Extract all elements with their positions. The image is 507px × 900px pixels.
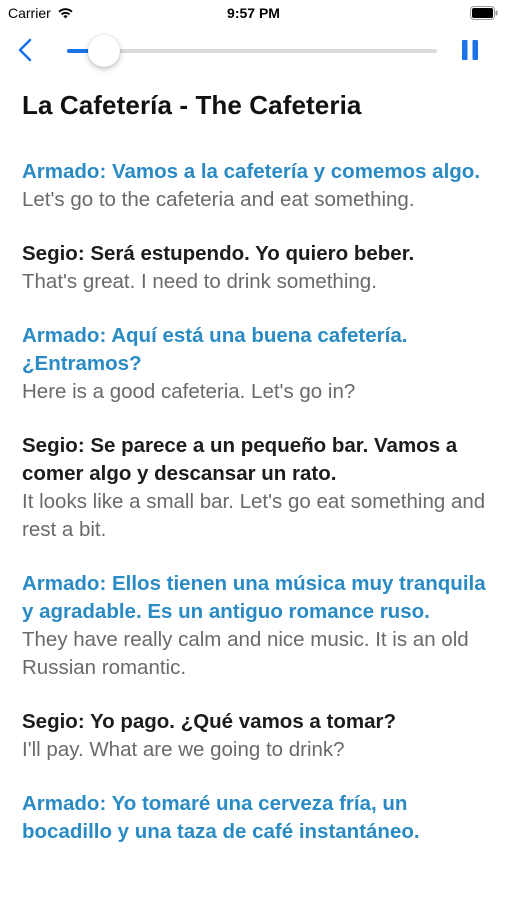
battery-icon xyxy=(470,6,498,20)
spanish-line: Armado: Ellos tienen una música muy tran… xyxy=(22,572,486,623)
english-translation: I'll pay. What are we going to drink? xyxy=(22,738,345,761)
spanish-line: Armado: Yo tomaré una cerveza fría, un b… xyxy=(22,792,420,843)
chevron-left-icon xyxy=(18,38,32,67)
dialogue-line: Armado: Vamos a la cafetería y comemos a… xyxy=(22,158,492,214)
status-bar: Carrier 9:57 PM xyxy=(0,0,507,28)
player-bar xyxy=(0,30,507,74)
spanish-line: Segio: Se parece a un pequeño bar. Vamos… xyxy=(22,434,458,485)
spanish-line: Segio: Será estupendo. Yo quiero beber. xyxy=(22,242,415,265)
spanish-line: Segio: Yo pago. ¿Qué vamos a tomar? xyxy=(22,710,397,733)
dialogue-line: Armado: Yo tomaré una cerveza fría, un b… xyxy=(22,790,492,846)
status-time: 9:57 PM xyxy=(227,5,280,21)
dialogue-line: Armado: Ellos tienen una música muy tran… xyxy=(22,570,492,682)
playback-slider[interactable] xyxy=(67,35,437,67)
english-translation: They have really calm and nice music. It… xyxy=(22,628,469,679)
dialogue-line: Segio: Se parece a un pequeño bar. Vamos… xyxy=(22,432,492,544)
page-title: La Cafetería - The Cafeteria xyxy=(22,90,362,120)
back-button[interactable] xyxy=(10,34,40,70)
dialogue-list: Armado: Vamos a la cafetería y comemos a… xyxy=(22,158,492,872)
english-translation: Here is a good cafeteria. Let's go in? xyxy=(22,380,356,403)
playback-slider-thumb[interactable] xyxy=(88,35,120,67)
english-translation: It looks like a small bar. Let's go eat … xyxy=(22,490,486,541)
english-translation: That's great. I need to drink something. xyxy=(22,270,377,293)
english-translation: Let's go to the cafeteria and eat someth… xyxy=(22,188,415,211)
dialogue-line: Armado: Aquí está una buena cafetería. ¿… xyxy=(22,322,492,406)
dialogue-line: Segio: Será estupendo. Yo quiero beber. … xyxy=(22,240,492,296)
pause-button[interactable] xyxy=(459,39,481,66)
pause-icon xyxy=(461,39,479,66)
spanish-line: Armado: Vamos a la cafetería y comemos a… xyxy=(22,160,481,183)
spanish-line: Armado: Aquí está una buena cafetería. ¿… xyxy=(22,324,408,375)
dialogue-line: Segio: Yo pago. ¿Qué vamos a tomar? I'll… xyxy=(22,708,492,764)
